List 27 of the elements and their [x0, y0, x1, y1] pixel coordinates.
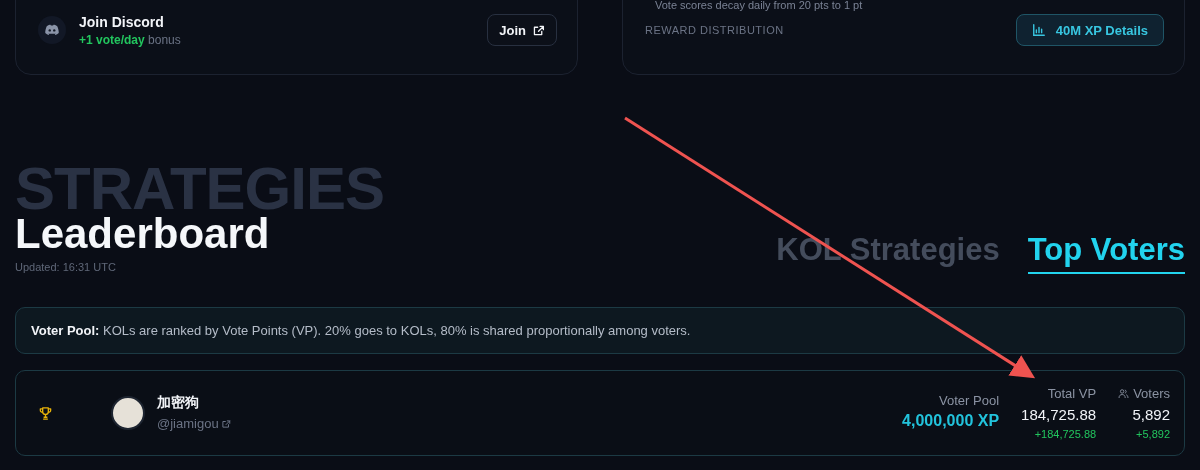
pool-value: 4,000,000 XP	[902, 411, 1000, 430]
external-link-icon	[532, 23, 545, 37]
section-label: REWARD DISTRIBUTION	[645, 24, 785, 36]
stat-change: +5,892	[1135, 428, 1170, 440]
page-title: Leaderboard	[15, 211, 271, 257]
stat-label: Total VP	[1047, 386, 1097, 401]
bonus-text: +1 vote/day bonus	[79, 32, 182, 47]
stat-value: 5,892	[1131, 406, 1170, 423]
trophy-icon	[38, 405, 53, 421]
people-icon	[1118, 388, 1130, 399]
join-button[interactable]: Join	[487, 14, 557, 46]
handle-link[interactable]: @jiamigou	[157, 416, 231, 431]
info-banner: Voter Pool: KOLs are ranked by Vote Points (VP). 20% goes to KOLs, 80% is shared proportionally among voters.	[15, 307, 1185, 354]
stat-change: +184,725.88	[1033, 428, 1097, 440]
external-link-icon	[220, 418, 231, 429]
updated-text: Updated: 16:31 UTC	[15, 261, 117, 273]
avatar	[111, 396, 145, 430]
discord-icon	[38, 16, 66, 44]
tab[interactable]: Top Voters	[1027, 232, 1185, 274]
card-title: Join Discord	[79, 13, 165, 30]
bar-chart-icon	[1031, 23, 1046, 37]
note-text: Vote scores decay daily from 20 pts to 1 pt	[654, 0, 864, 11]
user-name: 加密狗	[157, 394, 200, 412]
stat-value: 184,725.88	[1021, 406, 1097, 423]
stat-label: Voter Pool	[938, 392, 1000, 408]
stat-label: Voters	[1133, 386, 1170, 401]
xp-details-button[interactable]: 40M XP Details	[1015, 14, 1164, 46]
